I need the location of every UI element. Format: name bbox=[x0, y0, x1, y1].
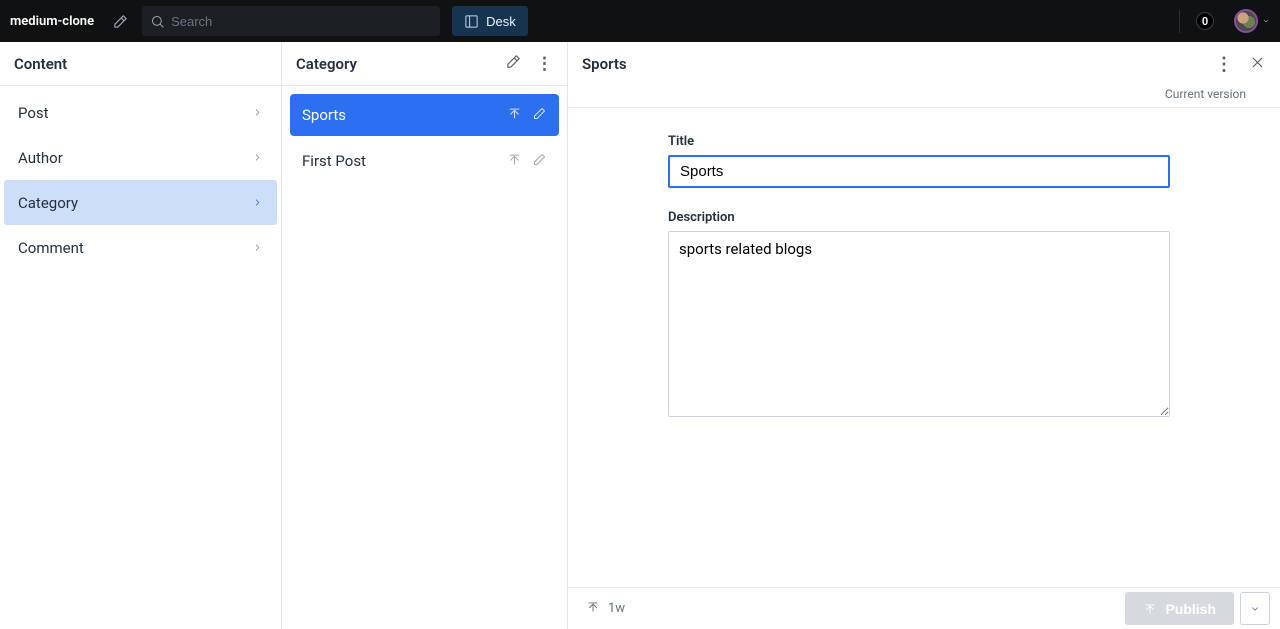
search-icon bbox=[150, 14, 165, 29]
kebab-menu-icon[interactable]: ⋮ bbox=[1215, 54, 1233, 75]
version-label[interactable]: Current version bbox=[1165, 87, 1246, 101]
editor-panel: Sports ⋮ Current version Title Des bbox=[568, 42, 1280, 629]
search-box[interactable] bbox=[142, 6, 440, 36]
content-types-panel: Content Post Author Category Comment bbox=[0, 42, 282, 629]
document-list-panel: Category ⋮ Sports First Post bbox=[282, 42, 568, 629]
edit-icon bbox=[532, 152, 547, 171]
sidebar-item-author[interactable]: Author bbox=[4, 135, 277, 180]
sidebar-item-comment[interactable]: Comment bbox=[4, 225, 277, 270]
sidebar-item-label: Comment bbox=[18, 239, 84, 257]
publish-icon bbox=[507, 106, 522, 125]
publish-status-icon bbox=[586, 600, 600, 618]
title-field-label: Title bbox=[668, 134, 1170, 149]
desk-icon bbox=[464, 14, 479, 29]
desk-label: Desk bbox=[486, 14, 516, 29]
description-field-label: Description bbox=[668, 210, 1170, 225]
sidebar-item-label: Category bbox=[18, 194, 78, 212]
title-field[interactable] bbox=[668, 155, 1170, 188]
publish-options-button[interactable] bbox=[1240, 592, 1270, 625]
list-item-label: Sports bbox=[302, 106, 346, 124]
list-item[interactable]: Sports bbox=[290, 94, 559, 136]
brand-title: medium-clone bbox=[10, 14, 94, 29]
sidebar-item-category[interactable]: Category bbox=[4, 180, 277, 225]
chevron-right-icon bbox=[252, 239, 263, 257]
close-icon[interactable] bbox=[1249, 54, 1266, 75]
notification-badge[interactable]: 0 bbox=[1196, 12, 1214, 30]
list-header-title: Category bbox=[296, 55, 357, 73]
chevron-right-icon bbox=[252, 104, 263, 122]
publish-icon bbox=[1143, 602, 1157, 616]
list-item-label: First Post bbox=[302, 152, 366, 170]
sidebar-item-label: Author bbox=[18, 149, 63, 167]
chevron-right-icon bbox=[252, 149, 263, 167]
nav-divider bbox=[1179, 10, 1180, 33]
chevron-right-icon bbox=[252, 194, 263, 212]
chevron-down-icon bbox=[1262, 14, 1270, 29]
avatar bbox=[1234, 9, 1258, 33]
publish-label: Publish bbox=[1165, 601, 1216, 617]
document-title: Sports bbox=[582, 55, 627, 73]
chevron-down-icon bbox=[1250, 604, 1260, 614]
publish-icon bbox=[507, 152, 522, 171]
kebab-menu-icon[interactable]: ⋮ bbox=[536, 54, 553, 74]
edit-icon bbox=[532, 106, 547, 125]
content-header: Content bbox=[0, 42, 281, 86]
publish-button[interactable]: Publish bbox=[1125, 592, 1234, 625]
sidebar-item-post[interactable]: Post bbox=[4, 90, 277, 135]
user-menu[interactable] bbox=[1234, 9, 1270, 33]
compose-icon[interactable] bbox=[505, 53, 522, 74]
version-selector-icon[interactable] bbox=[1250, 86, 1262, 101]
description-field[interactable] bbox=[668, 231, 1170, 417]
document-age: 1w bbox=[608, 601, 625, 616]
search-input[interactable] bbox=[171, 14, 432, 29]
desk-button[interactable]: Desk bbox=[452, 6, 528, 36]
list-item[interactable]: First Post bbox=[290, 140, 559, 182]
compose-icon[interactable] bbox=[110, 11, 130, 31]
sidebar-item-label: Post bbox=[18, 104, 49, 122]
